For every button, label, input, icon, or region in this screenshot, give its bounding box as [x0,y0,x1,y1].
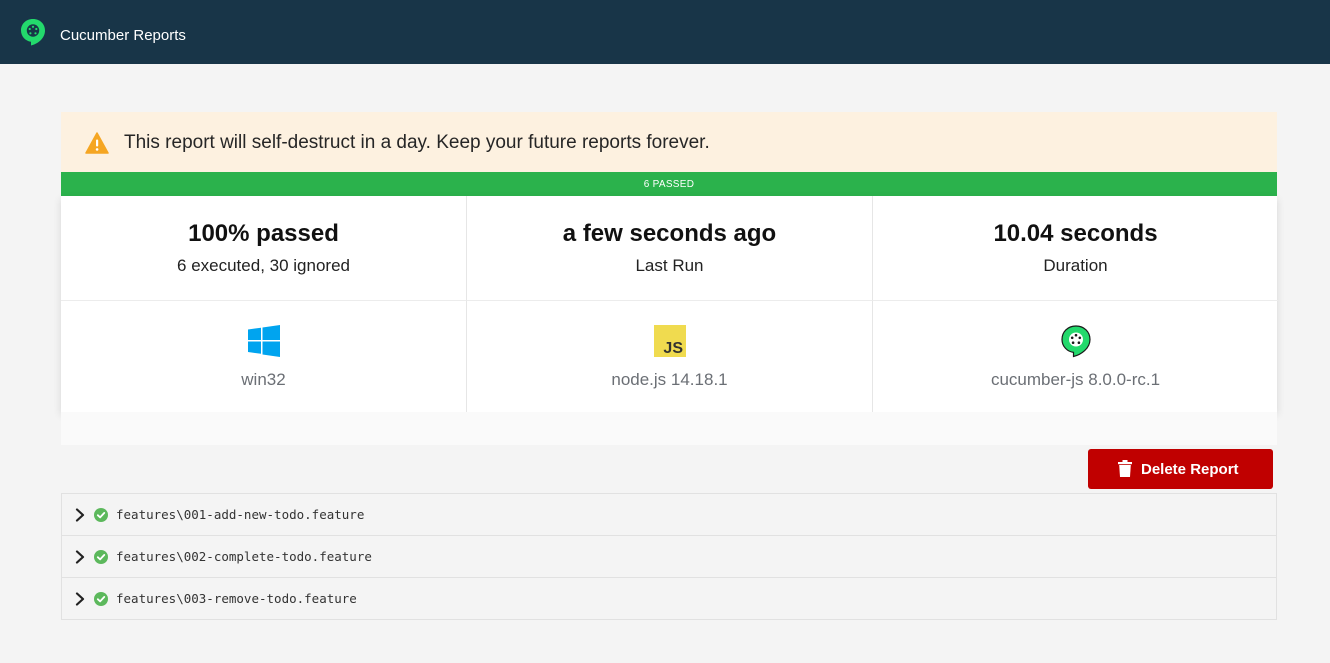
trash-icon [1118,460,1132,477]
banner-message: This report will self-destruct in a day.… [124,132,710,153]
javascript-icon: JS [653,325,686,357]
os-label: win32 [241,370,286,389]
cucumber-logo-icon[interactable] [19,17,47,47]
feature-row[interactable]: features\003-remove-todo.feature [62,578,1276,619]
warning-icon [85,132,109,154]
duration-label: Duration [1043,256,1108,275]
pass-rate: 100% passed [188,220,339,247]
passed-check-icon [94,592,108,606]
summary-card-footer [61,412,1277,445]
feature-path: features\001-add-new-todo.feature [116,507,365,522]
feature-path: features\002-complete-todo.feature [116,549,372,564]
feature-row[interactable]: features\001-add-new-todo.feature [62,494,1276,536]
chevron-right-icon[interactable] [75,508,85,522]
cucumber-icon [1060,325,1091,358]
delete-report-label: Delete Report [1141,461,1239,478]
expiry-banner: This report will self-destruct in a day.… [61,112,1277,172]
runtime-label: node.js 14.18.1 [611,370,728,389]
last-run-label: Last Run [635,256,704,275]
feature-path: features\003-remove-todo.feature [116,591,357,606]
brand-title[interactable]: Cucumber Reports [60,27,186,44]
last-run-value: a few seconds ago [562,220,777,247]
windows-icon [247,325,280,357]
summary-card: 100% passed 6 executed, 30 ignored a few… [61,196,1278,412]
tool-cell: cucumber-js 8.0.0-rc.1 [872,301,1278,412]
os-cell: win32 [61,301,466,412]
chevron-right-icon[interactable] [75,592,85,606]
top-navbar: Cucumber Reports [0,0,1330,64]
status-bar: 6 PASSED [61,172,1277,196]
feature-list: features\001-add-new-todo.feature featur… [61,493,1277,620]
feature-row[interactable]: features\002-complete-todo.feature [62,536,1276,578]
last-run-cell: a few seconds ago Last Run [466,196,872,301]
chevron-right-icon[interactable] [75,550,85,564]
duration-value: 10.04 seconds [993,220,1158,247]
executed-count: 6 executed, 30 ignored [177,256,350,275]
delete-report-button[interactable]: Delete Report [1088,449,1273,489]
duration-cell: 10.04 seconds Duration [872,196,1278,301]
pass-rate-cell: 100% passed 6 executed, 30 ignored [61,196,466,301]
passed-check-icon [94,508,108,522]
passed-check-icon [94,550,108,564]
tool-label: cucumber-js 8.0.0-rc.1 [990,370,1161,389]
svg-text:JS: JS [663,340,683,357]
runtime-cell: JS node.js 14.18.1 [466,301,872,412]
